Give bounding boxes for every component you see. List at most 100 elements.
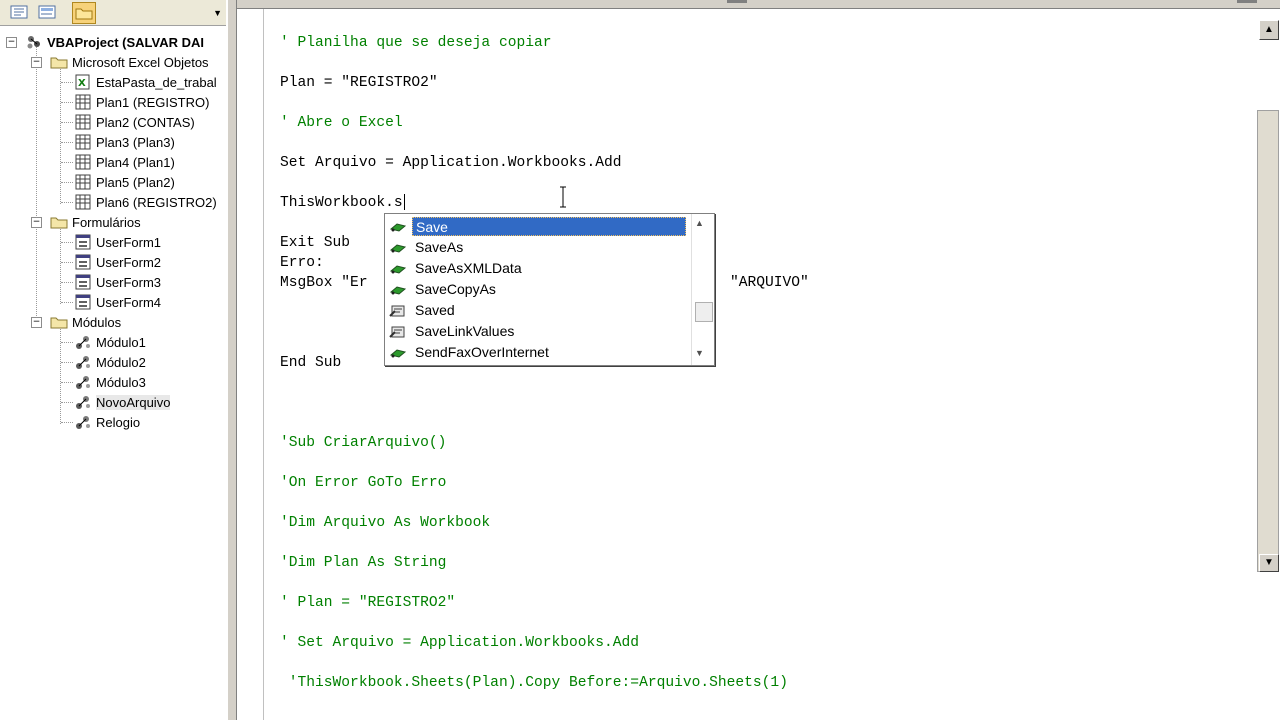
collapse-toggle[interactable]: − — [31, 216, 42, 228]
scrollbar-thumb[interactable] — [1257, 110, 1279, 572]
code-line: Plan = "REGISTRO2" — [280, 75, 438, 91]
pane-splitter[interactable] — [228, 0, 236, 720]
tree-group-label: Módulos — [72, 314, 122, 330]
tree-item-label: Plan1 (REGISTRO) — [96, 94, 210, 110]
member-item-savelinkvalues[interactable]: SaveLinkValues — [385, 321, 691, 342]
member-item-label: SaveCopyAs — [415, 281, 496, 297]
userform-icon — [74, 234, 92, 250]
member-item-label: Save — [412, 217, 686, 236]
userform-icon — [74, 294, 92, 310]
tree-item-estapasta[interactable]: X EstaPasta_de_trabal — [74, 72, 217, 92]
tree-item-plan4[interactable]: Plan4 (Plan1) — [74, 152, 175, 172]
tree-item-label: UserForm4 — [96, 294, 162, 310]
tree-group-label: Microsoft Excel Objetos — [72, 54, 209, 70]
worksheet-icon — [74, 134, 92, 150]
tree-group-modules[interactable]: − Módulos — [31, 312, 121, 332]
code-line: ' Set Arquivo = Application.Workbooks.Ad… — [280, 635, 640, 651]
code-line: Set Arquivo = Application.Workbooks.Add — [280, 155, 622, 171]
procedure-selector-bar — [237, 0, 1280, 9]
method-icon — [388, 345, 408, 361]
member-item-saved[interactable]: Saved — [385, 300, 691, 321]
member-item-saveasxmldata[interactable]: SaveAsXMLData — [385, 258, 691, 279]
tree-item-label: Módulo1 — [96, 334, 146, 350]
code-line: End Sub — [280, 355, 342, 371]
module-icon — [74, 374, 92, 390]
tree-item-label: Plan5 (Plan2) — [96, 174, 175, 190]
text-caret — [403, 194, 405, 211]
member-item-savecopyas[interactable]: SaveCopyAs — [385, 279, 691, 300]
tree-group-excel-objects[interactable]: − Microsoft Excel Objetos — [31, 52, 209, 72]
tree-item-modulo1[interactable]: Módulo1 — [74, 332, 146, 352]
project-explorer: ▼ − VBAProject (SALVAR DAI − Microsoft E… — [0, 0, 229, 720]
member-item-sendfaxoverinternet[interactable]: SendFaxOverInternet — [385, 342, 691, 363]
method-icon — [388, 261, 408, 277]
folder-icon — [50, 314, 68, 330]
tree-item-plan2[interactable]: Plan2 (CONTAS) — [74, 112, 195, 132]
code-line: 'Dim Plan As String — [280, 555, 447, 571]
ibeam-cursor-icon — [560, 186, 566, 208]
tree-item-relogio[interactable]: Relogio — [74, 412, 140, 432]
member-item-label: Saved — [415, 302, 455, 318]
toggle-folders-button[interactable] — [72, 2, 96, 24]
chevron-down-icon[interactable]: ▼ — [213, 8, 222, 18]
scroll-down-icon[interactable]: ▼ — [695, 348, 704, 358]
tree-item-userform3[interactable]: UserForm3 — [74, 272, 161, 292]
collapse-toggle[interactable]: − — [31, 316, 42, 328]
tree-item-plan5[interactable]: Plan5 (Plan2) — [74, 172, 175, 192]
intellisense-list[interactable]: Save SaveAs SaveAsXMLData SaveCopyAs Sav… — [384, 213, 715, 366]
intellisense-scrollbar[interactable]: ▲ ▼ — [691, 214, 714, 365]
member-item-saveas[interactable]: SaveAs — [385, 237, 691, 258]
tree-item-novoarquivo[interactable]: NovoArquivo — [74, 392, 171, 412]
tree-item-userform1[interactable]: UserForm1 — [74, 232, 161, 252]
code-line: ' Plan = "REGISTRO2" — [280, 595, 456, 611]
scroll-up-icon[interactable]: ▲ — [695, 218, 704, 228]
tree-root-vbaproject[interactable]: − VBAProject (SALVAR DAI — [6, 32, 204, 52]
tree-item-modulo3[interactable]: Módulo3 — [74, 372, 146, 392]
object-dropdown[interactable] — [727, 0, 747, 3]
view-object-button[interactable] — [36, 2, 58, 22]
code-line: 'ThisWorkbook.Sheets(Plan).Copy Before:=… — [280, 675, 788, 691]
code-line-fragment: "ARQUIVO" — [730, 275, 809, 291]
method-icon — [388, 282, 408, 298]
member-item-label: SendFaxOverInternet — [415, 344, 549, 360]
tree-item-label: UserForm1 — [96, 234, 162, 250]
view-code-icon — [10, 5, 28, 19]
folder-icon — [50, 214, 68, 230]
collapse-toggle[interactable]: − — [6, 36, 17, 48]
intellisense-scroll-thumb[interactable] — [695, 302, 713, 322]
tree-item-label: NovoArquivo — [96, 394, 171, 410]
code-line: 'Sub CriarArquivo() — [280, 435, 447, 451]
scroll-up-button[interactable]: ▲ — [1259, 20, 1279, 40]
tree-group-forms[interactable]: − Formulários — [31, 212, 141, 232]
property-icon — [388, 324, 408, 340]
tree-item-userform2[interactable]: UserForm2 — [74, 252, 161, 272]
member-item-save[interactable]: Save — [385, 216, 691, 237]
member-item-label: SaveAsXMLData — [415, 260, 522, 276]
tree-group-label: Formulários — [72, 214, 141, 230]
code-line: Exit Sub — [280, 235, 351, 251]
tree-item-label: Plan6 (REGISTRO2) — [96, 194, 217, 210]
code-line: ' Planilha que se deseja copiar — [280, 35, 552, 51]
tree-item-modulo2[interactable]: Módulo2 — [74, 352, 146, 372]
procedure-dropdown[interactable] — [1237, 0, 1257, 3]
module-icon — [74, 354, 92, 370]
tree-item-plan3[interactable]: Plan3 (Plan3) — [74, 132, 175, 152]
tree-root-label: VBAProject (SALVAR DAI — [47, 34, 204, 50]
code-margin[interactable] — [237, 9, 264, 720]
scroll-down-button[interactable]: ▼ — [1259, 554, 1279, 572]
excel-workbook-icon: X — [74, 74, 92, 90]
tree-item-label: UserForm2 — [96, 254, 162, 270]
module-icon — [74, 394, 92, 410]
collapse-toggle[interactable]: − — [31, 56, 42, 68]
tree-item-plan6[interactable]: Plan6 (REGISTRO2) — [74, 192, 217, 212]
userform-icon — [74, 274, 92, 290]
method-icon — [388, 219, 408, 235]
method-icon — [388, 240, 408, 256]
tree-item-plan1[interactable]: Plan1 (REGISTRO) — [74, 92, 209, 112]
code-line: 'Dim Arquivo As Workbook — [280, 515, 491, 531]
tree-item-userform4[interactable]: UserForm4 — [74, 292, 161, 312]
member-item-label: SaveLinkValues — [415, 323, 515, 339]
view-code-button[interactable] — [8, 2, 30, 22]
tree-item-label: UserForm3 — [96, 274, 162, 290]
module-icon — [74, 414, 92, 430]
